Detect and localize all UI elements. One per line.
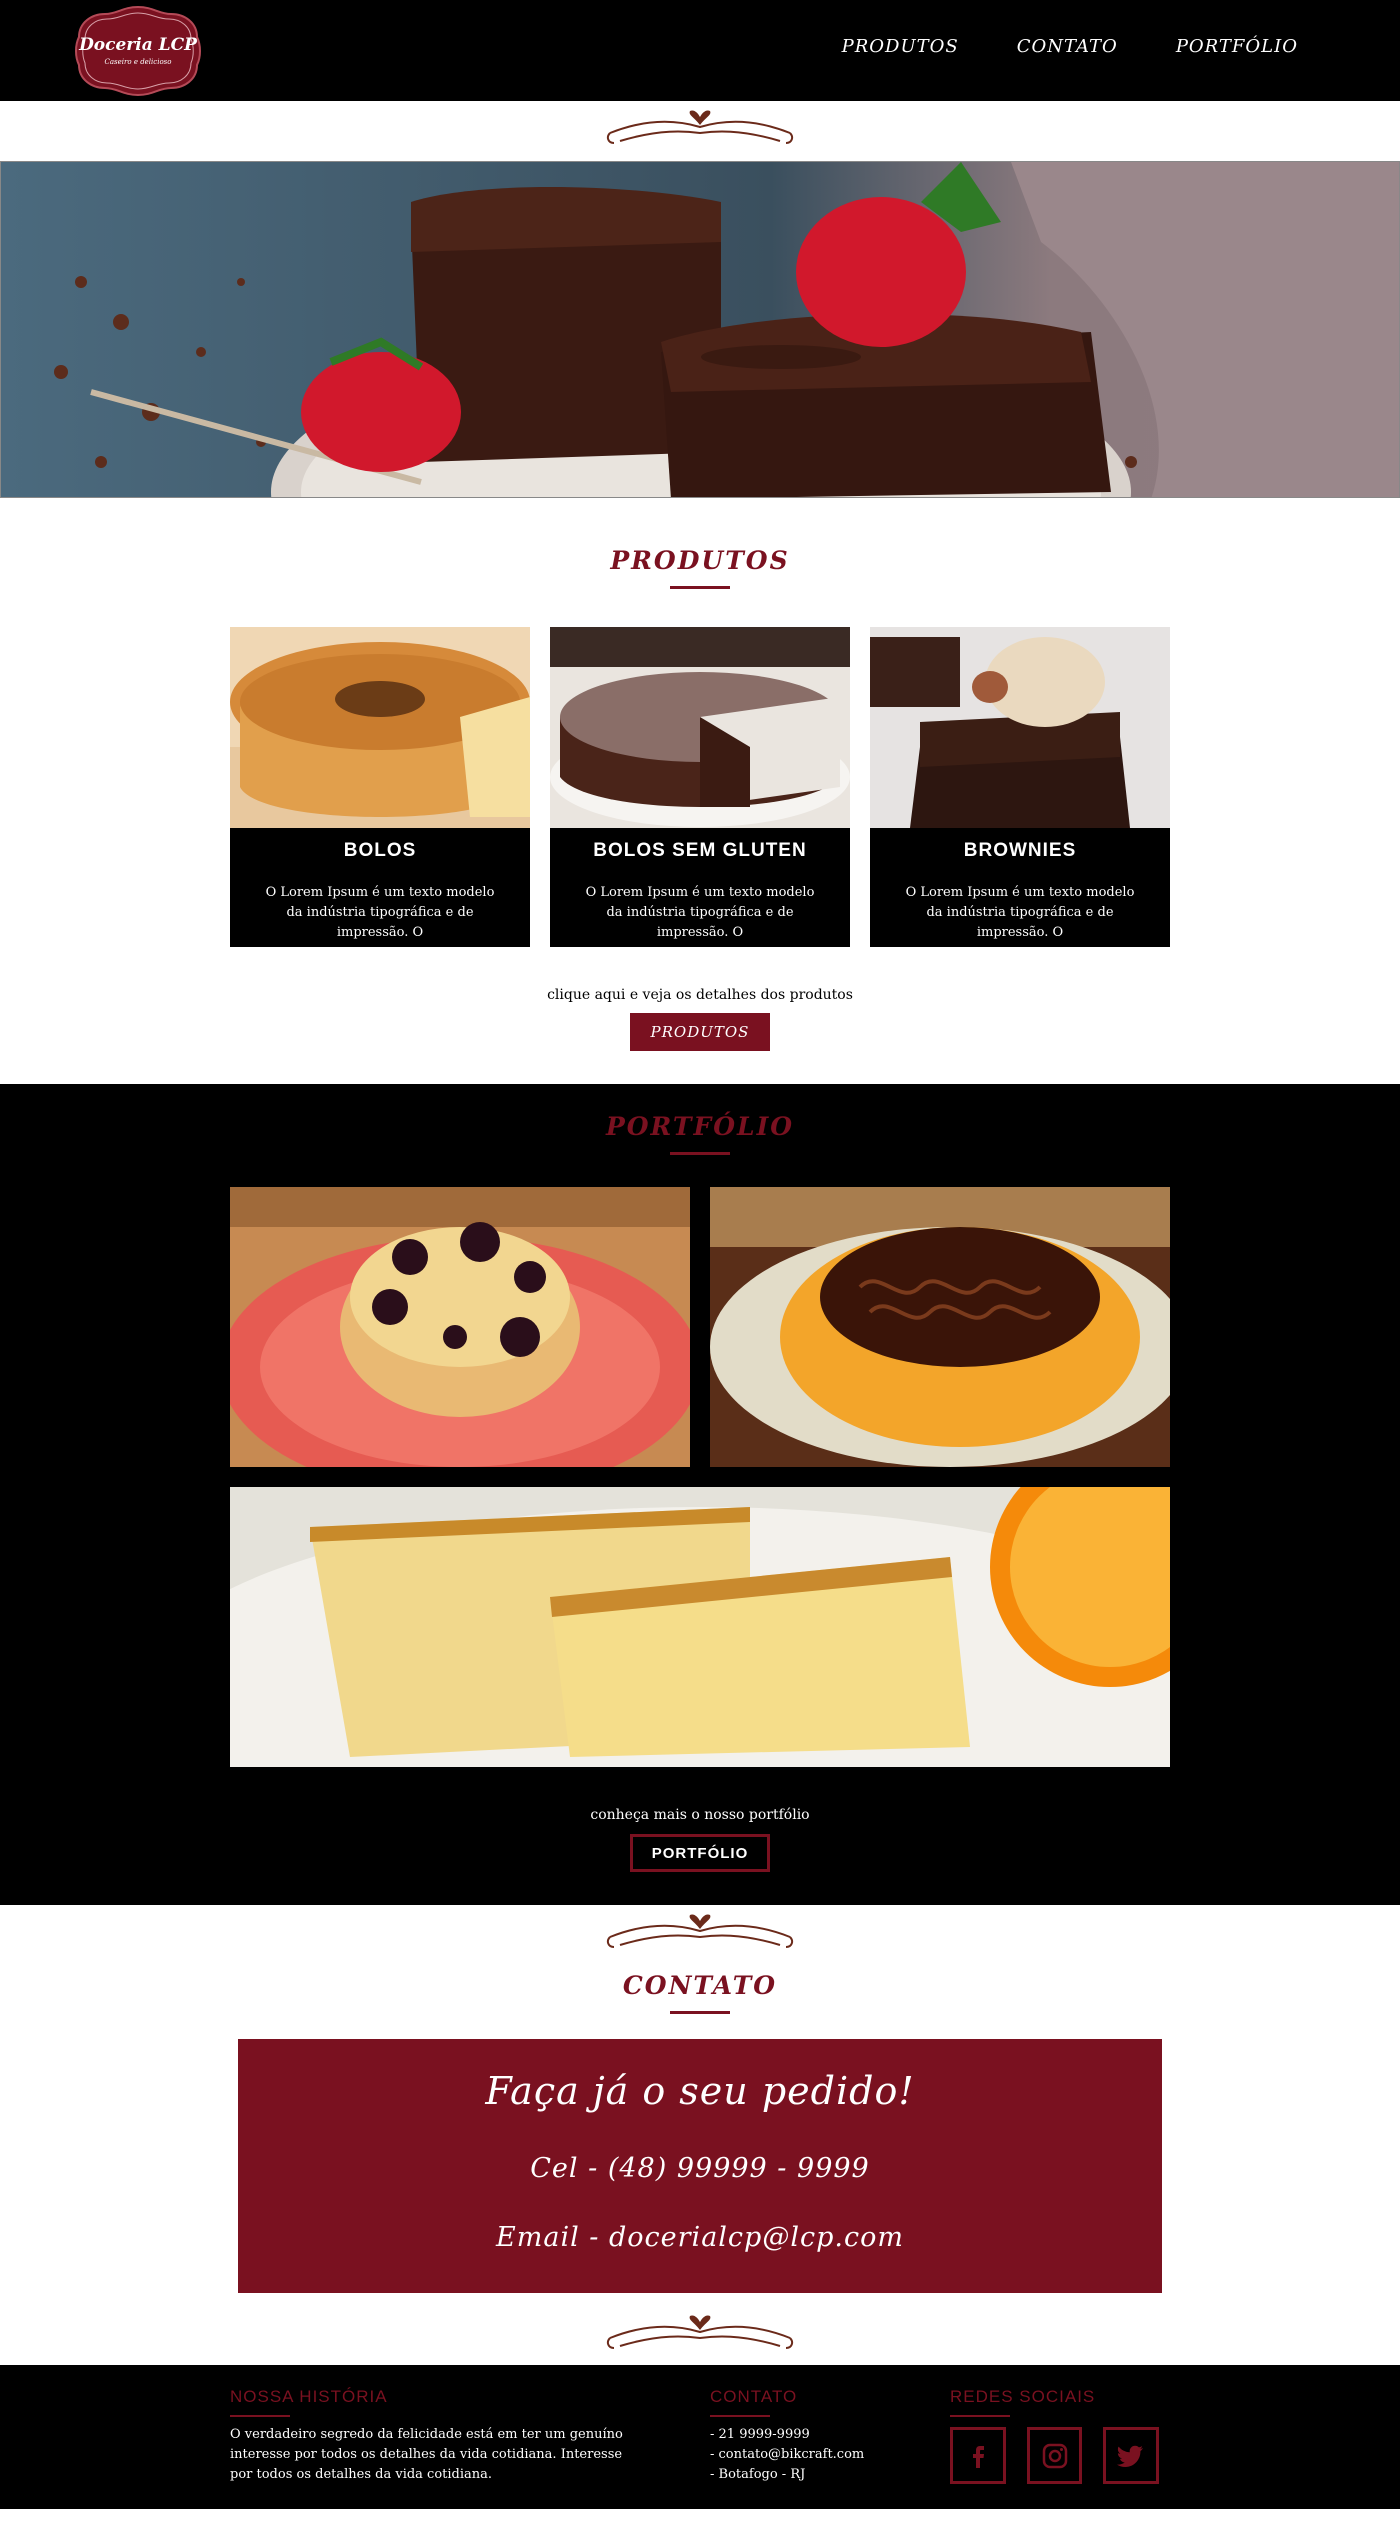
hero-image-brownies: [1, 162, 1399, 497]
nav-link-produtos[interactable]: PRODUTOS: [842, 36, 959, 57]
portfolio-cta-text: conheça mais o nosso portfólio: [590, 1807, 810, 1823]
instagram-icon: [1042, 2443, 1067, 2468]
portfolio-gallery: [230, 1187, 1170, 1767]
logo-tagline: Caseiro e delicioso: [104, 58, 172, 66]
ornament-icon: [606, 110, 794, 144]
portfolio-image-bolo-chocolate[interactable]: [710, 1187, 1170, 1467]
main-nav: PRODUTOS CONTATO PORTFÓLIO: [784, 36, 1298, 57]
product-title-bolos: BOLOS: [343, 840, 417, 861]
instagram-link[interactable]: [1026, 2427, 1083, 2484]
product-desc-brownies: O Lorem Ipsum é um texto modelo da indús…: [905, 885, 1135, 940]
footer-heading-underline: [710, 2415, 770, 2417]
product-card-bolos-sem-gluten[interactable]: BOLOS SEM GLUTEN O Lorem Ipsum é um text…: [550, 627, 850, 947]
ornament-icon: [606, 2315, 794, 2349]
logo[interactable]: Doceria LCP Caseiro e delicioso: [73, 5, 203, 97]
ornament-divider: [0, 2307, 1400, 2365]
product-card-brownies[interactable]: BROWNIES O Lorem Ipsum é um texto modelo…: [870, 627, 1170, 947]
product-card-bolos[interactable]: BOLOS O Lorem Ipsum é um texto modelo da…: [230, 627, 530, 947]
contato-title: CONTATO: [622, 1971, 778, 2000]
logo-name: Doceria LCP: [79, 35, 197, 55]
footer-redes-heading: REDES SOCIAIS: [950, 2387, 1096, 2406]
footer-contato-heading: CONTATO: [710, 2387, 798, 2406]
top-navbar: Doceria LCP Caseiro e delicioso PRODUTOS…: [0, 0, 1400, 101]
portfolio-title-underline: [670, 1152, 730, 1155]
footer-heading-underline: [950, 2415, 1010, 2417]
footer-nossa-historia: NOSSA HISTÓRIA O verdadeiro segredo da f…: [230, 2387, 630, 2485]
contact-box: Faça já o seu pedido! Cel - (48) 99999 -…: [238, 2039, 1162, 2293]
portfolio-section: PORTFÓLIO conheça mais o nosso portfólio…: [0, 1084, 1400, 1905]
product-image-brownies: [870, 627, 1170, 828]
footer-contato-phone[interactable]: - 21 9999-9999: [710, 2425, 910, 2445]
footer-heading-underline: [230, 2415, 290, 2417]
portfolio-image-bolo-laranja[interactable]: [230, 1487, 1170, 1767]
hero-banner: [0, 161, 1400, 498]
portfolio-image-muffin[interactable]: [230, 1187, 690, 1467]
footer-historia-text: O verdadeiro segredo da felicidade está …: [230, 2427, 623, 2482]
product-desc-bolos-sem-gluten: O Lorem Ipsum é um texto modelo da indús…: [585, 885, 815, 940]
nav-link-contato[interactable]: CONTATO: [1017, 36, 1118, 57]
product-title-brownies: BROWNIES: [963, 840, 1077, 861]
facebook-icon: [972, 2445, 984, 2468]
contact-phone[interactable]: Cel - (48) 99999 - 9999: [238, 2153, 1162, 2184]
footer-redes-sociais: REDES SOCIAIS: [950, 2387, 1180, 2484]
footer-contato-email[interactable]: - contato@bikcraft.com: [710, 2445, 910, 2465]
footer-historia-heading: NOSSA HISTÓRIA: [230, 2387, 388, 2406]
produtos-button[interactable]: PRODUTOS: [630, 1013, 770, 1051]
product-cards: BOLOS O Lorem Ipsum é um texto modelo da…: [0, 627, 1400, 947]
footer: NOSSA HISTÓRIA O verdadeiro segredo da f…: [0, 2365, 1400, 2509]
contact-headline: Faça já o seu pedido!: [485, 2069, 915, 2113]
footer-contato: CONTATO - 21 9999-9999 - contato@bikcraf…: [710, 2387, 910, 2485]
product-image-bolos-sem-gluten: [550, 627, 850, 828]
product-desc-bolos: O Lorem Ipsum é um texto modelo da indús…: [265, 885, 495, 940]
produtos-section: PRODUTOS BOLOS O Lorem Ipsum é um texto …: [0, 498, 1400, 1084]
produtos-title: PRODUTOS: [610, 546, 790, 575]
portfolio-button[interactable]: PORTFÓLIO: [630, 1834, 770, 1872]
ornament-icon: [606, 1914, 794, 1948]
twitter-icon: [1117, 2445, 1144, 2467]
nav-link-portfolio[interactable]: PORTFÓLIO: [1176, 36, 1298, 57]
ornament-divider: [0, 1905, 1400, 1965]
twitter-link[interactable]: [1103, 2427, 1160, 2484]
facebook-link[interactable]: [950, 2427, 1006, 2484]
ornament-divider: [0, 101, 1400, 161]
contato-title-underline: [670, 2011, 730, 2014]
contato-section: CONTATO Faça já o seu pedido! Cel - (48)…: [0, 1905, 1400, 2365]
contact-email[interactable]: Email - docerialcp@lcp.com: [238, 2222, 1162, 2253]
produtos-title-underline: [670, 586, 730, 589]
footer-contato-address: - Botafogo - RJ: [710, 2467, 806, 2482]
product-title-bolos-sem-gluten: BOLOS SEM GLUTEN: [593, 840, 807, 861]
produtos-cta-text: clique aqui e veja os detalhes dos produ…: [547, 987, 853, 1003]
social-links: [950, 2427, 1180, 2484]
product-image-bolos: [230, 627, 530, 828]
portfolio-title: PORTFÓLIO: [605, 1112, 795, 1141]
